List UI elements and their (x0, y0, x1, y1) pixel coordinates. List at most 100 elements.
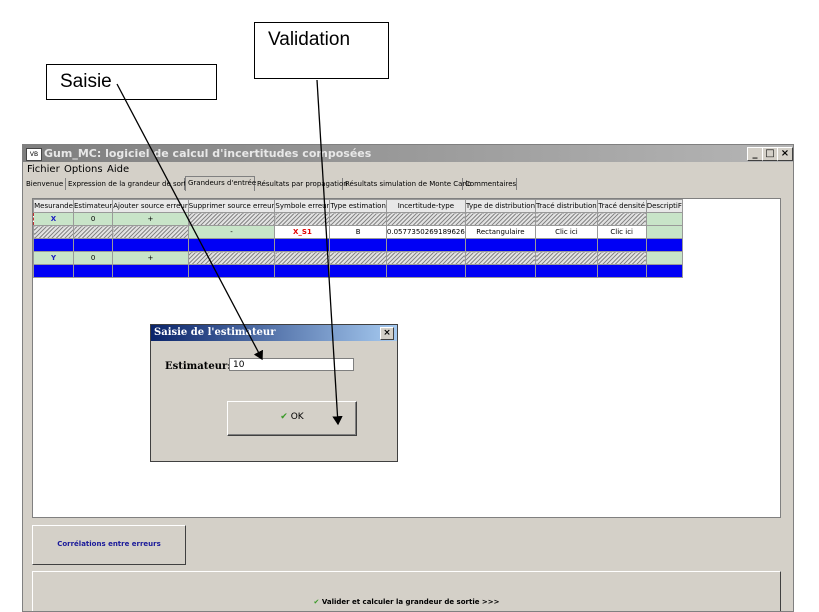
estimator-label: Estimateur: (165, 361, 231, 372)
ok-label: OK (290, 412, 304, 422)
validate-button[interactable]: ✔ Valider et calculer la grandeur de sor… (32, 571, 781, 611)
table-row (33, 264, 683, 278)
callout-saisie: Saisie (46, 64, 217, 100)
dialog-title: Saisie de l'estimateur (151, 325, 397, 341)
hatch-cell (187, 251, 276, 265)
blue-cell (464, 238, 537, 252)
validate-content: ✔ Valider et calculer la grandeur de sor… (314, 598, 500, 606)
header-distribution: Type de distribution (464, 199, 537, 213)
blue-cell (464, 264, 537, 278)
blue-cell (72, 238, 114, 252)
cell-incertitude-type[interactable]: 0.0577350269189626 (385, 225, 466, 239)
table-header-row: Mesurande Estimateur Ajouter source erre… (33, 199, 683, 213)
maximize-button[interactable]: □ (762, 147, 778, 161)
callout-validation: Validation (254, 22, 389, 79)
blue-cell (187, 264, 276, 278)
hatch-cell (385, 251, 466, 265)
cell-trace-distribution[interactable]: Clic ici (535, 225, 598, 239)
input-table-panel: Mesurande Estimateur Ajouter source erre… (32, 198, 781, 518)
dialog-close-button[interactable]: × (380, 327, 394, 340)
tab-grandeurs-entree[interactable]: Grandeurs d'entrée (185, 176, 256, 191)
table-row: - X_S1 B 0.0577350269189626 Rectangulair… (33, 225, 683, 239)
callout-validation-text: Validation (268, 29, 351, 50)
ok-button[interactable]: ✔ OK (227, 401, 357, 436)
tab-commentaires[interactable]: Commentaires (463, 178, 517, 190)
tab-resultats-propagation[interactable]: Résultats par propagation (255, 178, 348, 190)
main-window: VB Gum_MC: logiciel de calcul d'incertit… (22, 144, 794, 612)
tab-strip: Bienvenue Expression de la grandeur de s… (23, 176, 793, 191)
blue-cell (329, 264, 387, 278)
blue-cell (112, 238, 189, 252)
blue-cell (274, 264, 331, 278)
blue-cell (596, 264, 647, 278)
cell-mesurande-y[interactable]: Y (33, 251, 74, 265)
hatch-cell (464, 251, 537, 265)
hatch-cell (274, 251, 331, 265)
validate-label: Valider et calculer la grandeur de sorti… (321, 598, 500, 606)
window-title: Gum_MC: logiciel de calcul d'incertitude… (44, 147, 372, 160)
check-icon: ✔ (313, 598, 320, 606)
cell-ajouter-x[interactable]: + (112, 212, 189, 226)
green-cell (645, 251, 683, 265)
blue-cell (274, 238, 331, 252)
tab-resultats-monte-carlo[interactable]: Résultats simulation de Monte Carlo (343, 178, 472, 190)
cell-ajouter-y[interactable]: + (112, 251, 189, 265)
blue-cell (329, 238, 387, 252)
header-incertitude: Incertitude-type (385, 199, 466, 213)
hatch-cell (535, 212, 598, 226)
estimator-input[interactable]: 10 (229, 358, 354, 371)
cell-symbole-erreur[interactable]: X_S1 (274, 225, 331, 239)
hatch-cell (112, 225, 189, 239)
cell-supprimer[interactable]: - (187, 225, 276, 239)
table-row: Y 0 + (33, 251, 683, 265)
hatch-cell (385, 212, 466, 226)
cell-type-distribution[interactable]: Rectangulaire (464, 225, 537, 239)
cell-descriptif[interactable] (645, 225, 683, 239)
header-estimateur: Estimateur (72, 199, 114, 213)
hatch-cell (72, 225, 114, 239)
blue-cell (187, 238, 276, 252)
correlations-button[interactable]: Corrélations entre erreurs (32, 525, 186, 565)
blue-cell (385, 264, 466, 278)
hatch-cell (596, 251, 647, 265)
menu-options[interactable]: Options (64, 164, 103, 175)
cell-estimateur-y[interactable]: 0 (72, 251, 114, 265)
menu-fichier[interactable]: Fichier (27, 164, 60, 175)
header-trace-densite: Tracé densité (596, 199, 647, 213)
tab-expression[interactable]: Expression de la grandeur de sortie (66, 178, 193, 190)
header-symbole: Symbole erreur (274, 199, 331, 213)
blue-cell (385, 238, 466, 252)
minimize-button[interactable]: _ (747, 147, 763, 161)
cell-trace-densite[interactable]: Clic ici (596, 225, 647, 239)
table-row (33, 238, 683, 252)
hatch-cell (329, 212, 387, 226)
cell-mesurande-x[interactable]: X (33, 212, 74, 226)
blue-cell (596, 238, 647, 252)
table-row: X 0 + (33, 212, 683, 226)
hatch-cell (274, 212, 331, 226)
header-type-estimation: Type estimation (329, 199, 387, 213)
blue-cell (33, 264, 74, 278)
title-bar: VB Gum_MC: logiciel de calcul d'incertit… (23, 145, 793, 162)
blue-cell (72, 264, 114, 278)
correlations-label: Corrélations entre erreurs (57, 540, 161, 548)
cell-type-estimation[interactable]: B (329, 225, 387, 239)
callout-saisie-text: Saisie (60, 71, 112, 92)
blue-cell (33, 238, 74, 252)
tab-bienvenue[interactable]: Bienvenue (24, 178, 66, 190)
close-button[interactable]: × (777, 147, 793, 161)
hatch-cell (596, 212, 647, 226)
cell-estimateur-x[interactable]: 0 (72, 212, 114, 226)
check-icon: ✔ (280, 412, 288, 422)
hatch-cell (187, 212, 276, 226)
menu-aide[interactable]: Aide (107, 164, 129, 175)
hatch-cell (33, 225, 74, 239)
app-icon: VB (26, 148, 42, 161)
header-trace-distribution: Tracé distribution (535, 199, 598, 213)
header-descriptif: DescriptiF (645, 199, 683, 213)
dialog-title-text: Saisie de l'estimateur (154, 327, 276, 338)
header-mesurande: Mesurande (33, 199, 74, 213)
blue-cell (535, 238, 598, 252)
header-supprimer: Supprimer source erreur (187, 199, 276, 213)
header-ajouter: Ajouter source erreur (112, 199, 189, 213)
